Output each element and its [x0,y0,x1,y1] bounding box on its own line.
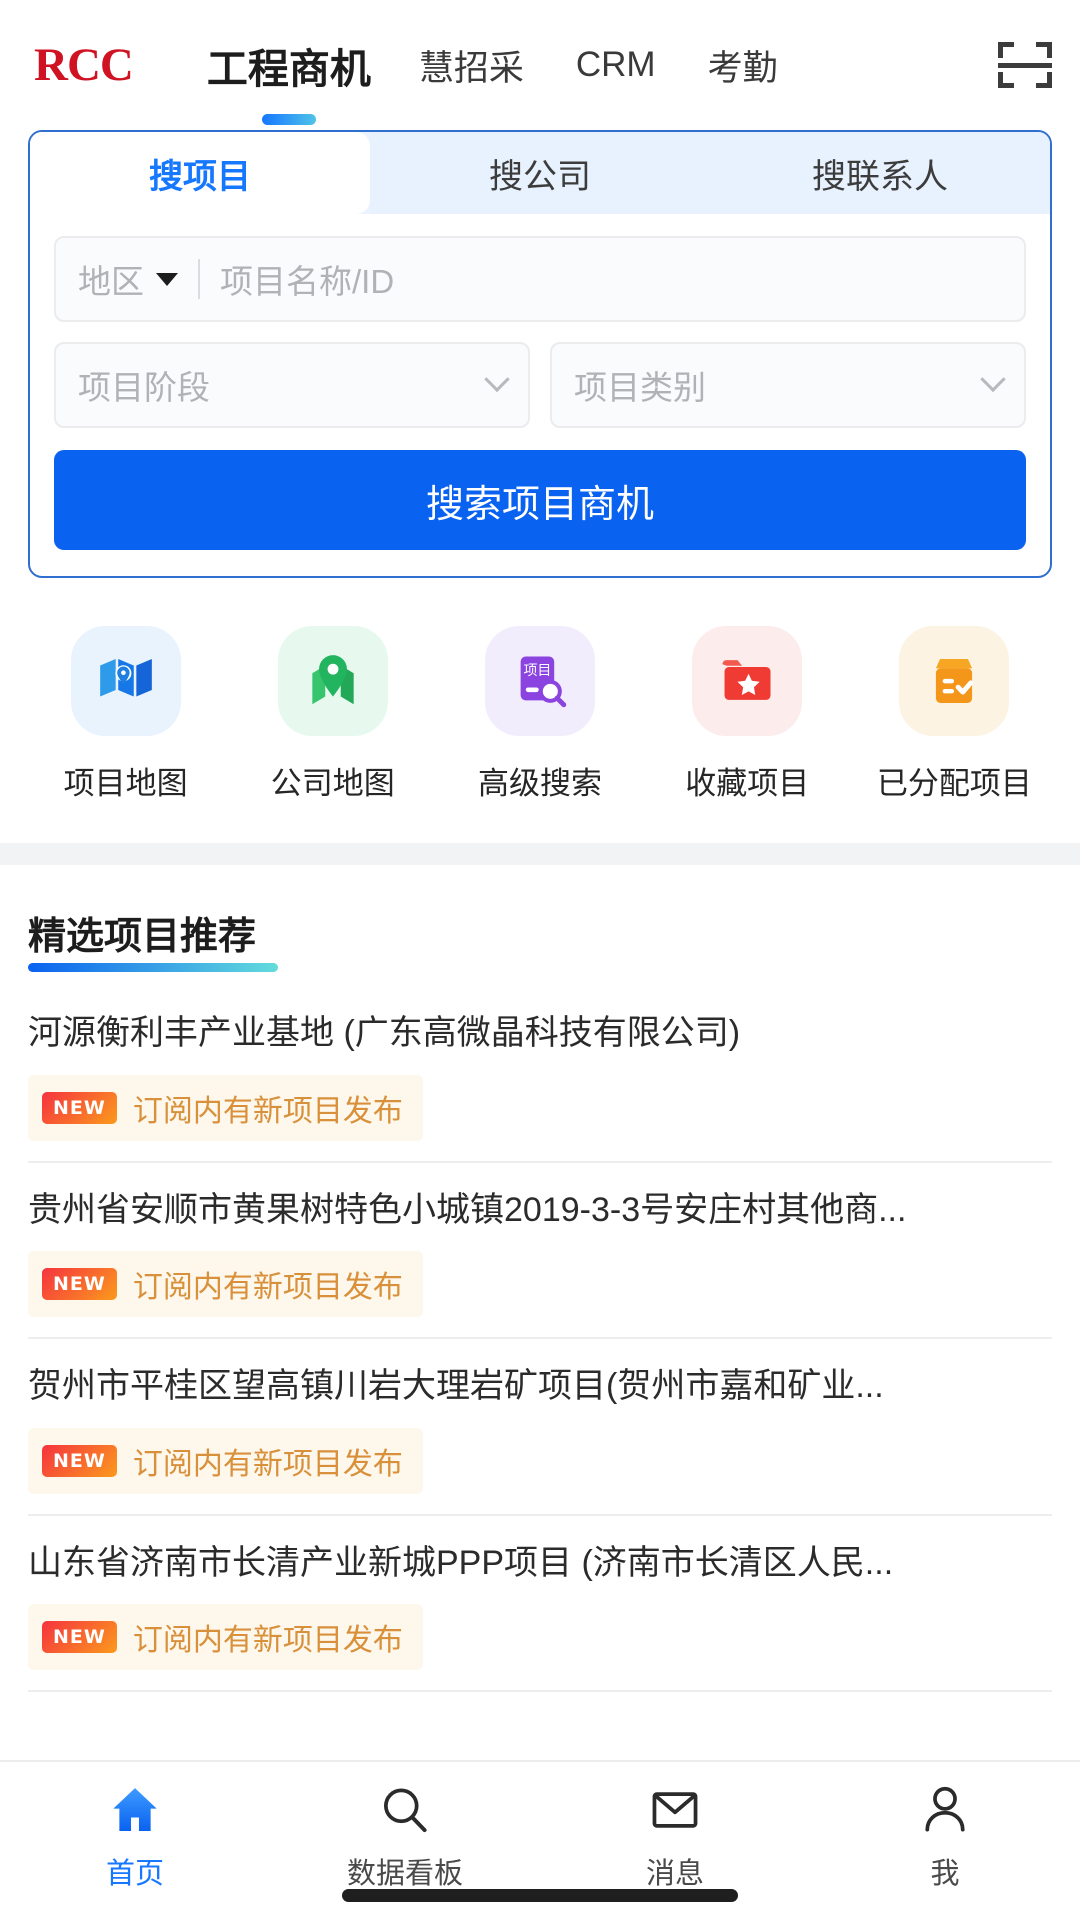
project-category-select[interactable]: 项目类别 [550,342,1026,428]
tab-search-projects[interactable]: 搜项目 [30,132,370,214]
project-title: 山东省济南市长清产业新城PPP项目 (济南市长清区人民... [28,1543,894,1582]
caret-down-icon [156,272,178,286]
envelope-icon [652,1792,698,1828]
search-type-tabs: 搜项目 搜公司 搜联系人 [30,132,1050,214]
project-list: 河源衡利丰产业基地 (广东高微晶科技有限公司) NEW 订阅内有新项目发布 贵州… [28,998,1052,1692]
status-badge-text: 订阅内有新项目发布 [132,1447,403,1481]
project-title: 贺州市平桂区望高镇川岩大理岩矿项目(贺州市嘉和矿业... [28,1367,884,1405]
bottom-nav-label: 消息 [645,1858,704,1890]
bottom-nav-profile[interactable]: 我 [810,1782,1080,1892]
folder-star-icon [692,626,803,736]
top-navigation-bar: RCC 工程商机 慧招采 CRM 考勤 [0,0,1080,130]
section-divider [0,843,1080,865]
list-item[interactable]: 河源衡利丰产业基地 (广东高微晶科技有限公司) NEW 订阅内有新项目发布 [28,998,1052,1163]
status-badge: NEW 订阅内有新项目发布 [28,1427,423,1494]
bottom-nav-label: 首页 [105,1858,164,1890]
scan-qr-icon[interactable] [998,42,1052,88]
keyword-search-field[interactable]: 地区 项目名称/ID [54,236,1026,322]
status-badge: NEW 订阅内有新项目发布 [28,1604,423,1670]
project-title: 河源衡利丰产业基地 (广东高微晶科技有限公司) [28,1014,741,1052]
section-title: 精选项目推荐 [28,905,279,972]
box-check-icon [899,626,1010,736]
active-tab-indicator [261,114,316,125]
search-submit-button[interactable]: 搜索项目商机 [54,450,1026,550]
map-pin-icon [277,626,388,736]
keyword-input-placeholder: 项目名称/ID [220,263,395,300]
new-badge-chip: NEW [42,1268,117,1300]
section-title-underline [28,963,279,972]
tab-search-companies[interactable]: 搜公司 [370,132,710,214]
search-card-body: 地区 项目名称/ID 项目阶段 项目类别 搜索项目商机 [30,214,1050,576]
tab-search-contacts[interactable]: 搜联系人 [710,132,1050,214]
project-title: 贵州省安顺市黄果树特色小城镇2019-3-3号安庄村其他商... [28,1190,907,1229]
region-label: 地区 [78,263,144,300]
quick-action-advanced-search[interactable]: 项目 高级搜索 [436,626,643,803]
nav-tab-engineering[interactable]: 工程商机 [185,35,393,125]
bottom-nav-messages[interactable]: 消息 [540,1782,810,1892]
bottom-navigation-bar: 首页 数据看板 消息 我 [0,1760,1080,1920]
project-stage-label: 项目阶段 [78,369,210,406]
top-nav-tabs: 工程商机 慧招采 CRM 考勤 [185,35,986,125]
quick-action-label: 收藏项目 [685,766,810,801]
list-item[interactable]: 贺州市平桂区望高镇川岩大理岩矿项目(贺州市嘉和矿业... NEW 订阅内有新项目… [28,1339,1052,1516]
quick-action-favorite-projects[interactable]: 收藏项目 [644,626,851,803]
quick-action-label: 项目地图 [63,766,188,801]
nav-tab-procurement[interactable]: 慧招采 [393,40,550,91]
bottom-nav-label: 我 [930,1858,960,1890]
svg-text:项目: 项目 [523,663,551,679]
quick-actions-grid: 项目地图 公司地图 项目 高级搜索 收藏项目 已分配项目 [0,578,1080,843]
region-selector[interactable]: 地区 [78,255,178,303]
project-category-label: 项目类别 [574,369,706,406]
nav-tab-label: 工程商机 [206,46,371,92]
home-indicator [342,1889,738,1902]
search-icon [383,1788,427,1833]
project-stage-select[interactable]: 项目阶段 [54,342,530,428]
bottom-nav-dashboard[interactable]: 数据看板 [270,1782,540,1892]
field-divider [198,259,200,299]
quick-action-label: 公司地图 [270,766,395,801]
app-screen: RCC 工程商机 慧招采 CRM 考勤 搜项目 搜公司 搜联系人 地区 项目名称… [0,0,1080,1920]
document-search-icon: 项目 [485,626,595,736]
brand-logo: RCC [34,38,134,91]
nav-tab-attendance[interactable]: 考勤 [682,40,804,91]
quick-action-assigned-projects[interactable]: 已分配项目 [851,626,1058,803]
status-badge-text: 订阅内有新项目发布 [132,1094,403,1128]
quick-action-label: 已分配项目 [876,766,1032,801]
search-card-wrapper: 搜项目 搜公司 搜联系人 地区 项目名称/ID 项目阶段 项目类别 搜索项目商机 [0,130,1080,578]
person-icon [925,1786,965,1832]
new-badge-chip: NEW [42,1444,117,1477]
bottom-nav-home[interactable]: 首页 [0,1782,270,1892]
quick-action-company-map[interactable]: 公司地图 [229,626,436,803]
new-badge-chip: NEW [42,1091,117,1124]
section-title-text: 精选项目推荐 [28,916,257,958]
new-badge-chip: NEW [42,1621,117,1653]
status-badge-text: 订阅内有新项目发布 [132,1624,403,1657]
quick-action-label: 高级搜索 [478,766,602,801]
chevron-down-icon [980,366,1006,393]
list-item[interactable]: 山东省济南市长清产业新城PPP项目 (济南市长清区人民... NEW 订阅内有新… [28,1516,1052,1692]
quick-action-project-map[interactable]: 项目地图 [22,626,229,803]
nav-tab-crm[interactable]: CRM [550,45,682,85]
chevron-down-icon [484,366,510,393]
search-card: 搜项目 搜公司 搜联系人 地区 项目名称/ID 项目阶段 项目类别 搜索项目商机 [28,130,1052,578]
home-icon [113,1788,157,1831]
bottom-nav-label: 数据看板 [346,1858,463,1890]
map-folded-icon [70,626,181,736]
list-item[interactable]: 贵州省安顺市黄果树特色小城镇2019-3-3号安庄村其他商... NEW 订阅内… [28,1163,1052,1339]
status-badge: NEW 订阅内有新项目发布 [28,1074,423,1141]
filter-row: 项目阶段 项目类别 [54,342,1026,428]
status-badge-text: 订阅内有新项目发布 [132,1271,403,1304]
status-badge: NEW 订阅内有新项目发布 [28,1251,423,1317]
